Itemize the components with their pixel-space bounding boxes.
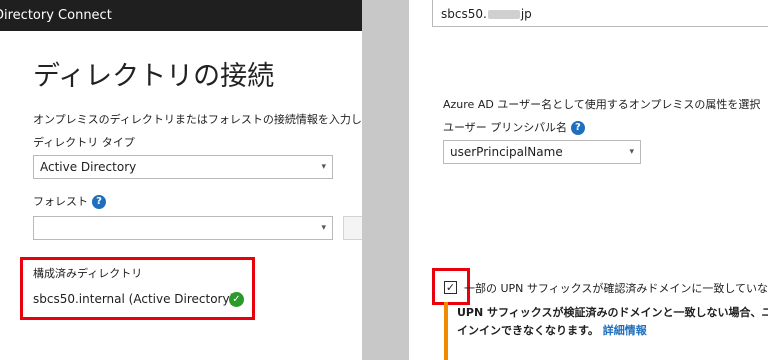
- warning-accent-bar: [444, 302, 448, 360]
- help-icon[interactable]: ?: [570, 121, 585, 135]
- attribute-description: Azure AD ユーザー名として使用するオンプレミスの属性を選択: [443, 98, 761, 111]
- upn-label: ユーザー プリンシパル名?: [443, 119, 585, 135]
- window-titlebar: Directory Connect: [0, 0, 362, 31]
- description-text: オンプレミスのディレクトリまたはフォレストの接続情報を入力してく: [33, 113, 362, 126]
- chevron-down-icon: ▾: [629, 147, 634, 157]
- upn-label-text: ユーザー プリンシパル名: [443, 121, 567, 134]
- help-icon[interactable]: ?: [92, 195, 106, 209]
- unverified-upn-checkbox[interactable]: ✓: [444, 281, 457, 294]
- page-title: ディレクトリの接続: [33, 61, 275, 92]
- checkbox-label: 一部の UPN サフィックスが確認済みドメインに一致していな: [464, 282, 768, 295]
- domain-suffix: jp: [520, 7, 532, 21]
- domain-field[interactable]: sbcs50. jp: [432, 0, 768, 27]
- domain-prefix: sbcs50.: [441, 7, 487, 21]
- upn-attribute-value: userPrincipalName: [450, 145, 563, 159]
- chevron-down-icon: ▾: [321, 162, 326, 172]
- redacted-text: [487, 10, 520, 19]
- warning-message: UPN サフィックスが検証済みのドメインと一致しない場合、ユ インインできなくな…: [457, 304, 768, 340]
- upn-attribute-select[interactable]: userPrincipalName ▾: [443, 140, 641, 164]
- forest-label-text: フォレスト: [33, 195, 88, 208]
- chevron-down-icon: ▾: [321, 223, 326, 233]
- configured-directory-item: sbcs50.internal (Active Directory): [33, 292, 235, 306]
- add-directory-button[interactable]: [343, 216, 362, 240]
- check-circle-icon: ✓: [229, 292, 244, 307]
- warning-line-2-text: インインできなくなります。: [457, 324, 599, 337]
- window-title: Directory Connect: [0, 8, 112, 23]
- forest-select[interactable]: ▾: [33, 216, 333, 240]
- more-info-link[interactable]: 詳細情報: [603, 324, 647, 337]
- directory-type-value: Active Directory: [40, 160, 137, 174]
- forest-label: フォレスト?: [33, 193, 106, 209]
- configured-directories-label: 構成済みディレクトリ: [33, 267, 143, 280]
- warning-line-1: UPN サフィックスが検証済みのドメインと一致しない場合、ユ: [457, 306, 768, 319]
- directory-type-select[interactable]: Active Directory ▾: [33, 155, 333, 179]
- warning-line-2: インインできなくなります。 詳細情報: [457, 322, 768, 340]
- directory-type-label: ディレクトリ タイプ: [33, 136, 135, 149]
